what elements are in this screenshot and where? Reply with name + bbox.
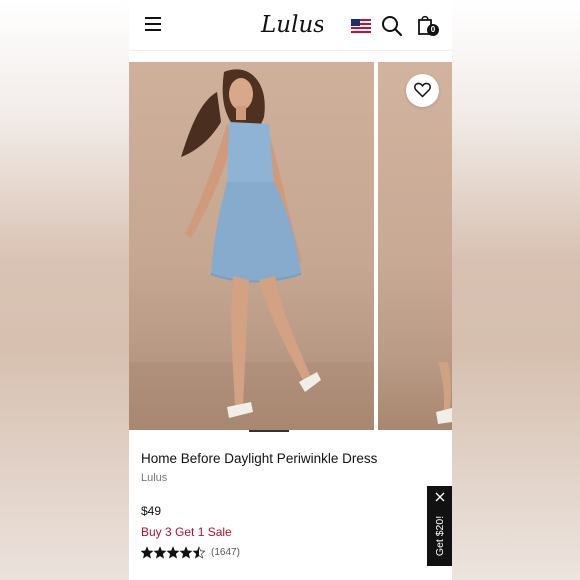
product-photo-main[interactable] xyxy=(129,62,374,430)
product-brand[interactable]: Lulus xyxy=(141,472,167,484)
svg-text:Lulus: Lulus xyxy=(260,12,323,38)
next-photo-illustration xyxy=(436,362,452,424)
get-20-promo-tab[interactable]: Get $20! xyxy=(427,486,452,566)
left-background-blur xyxy=(0,0,129,580)
rating-star-icon xyxy=(192,546,206,559)
heart-icon xyxy=(414,82,431,98)
rating-star-icon xyxy=(153,546,167,559)
lulus-logo[interactable]: Lulus xyxy=(259,8,323,38)
product-image-carousel[interactable] xyxy=(129,62,452,432)
rating-stars xyxy=(141,546,206,559)
product-price: $49 xyxy=(141,504,162,518)
menu-icon[interactable] xyxy=(145,17,161,31)
promo-text[interactable]: Buy 3 Get 1 Sale xyxy=(141,525,232,539)
rating-star-icon xyxy=(179,546,193,559)
product-title: Home Before Daylight Periwinkle Dress xyxy=(141,451,378,466)
rating-star-icon xyxy=(166,546,180,559)
us-flag-icon[interactable] xyxy=(351,19,371,33)
product-photo-next[interactable] xyxy=(378,62,452,430)
wishlist-button[interactable] xyxy=(406,74,439,107)
bag-count-badge: 0 xyxy=(427,24,439,36)
carousel-pager-indicator xyxy=(249,430,289,432)
header-bar: Lulus 0 xyxy=(129,0,452,51)
search-icon[interactable] xyxy=(381,15,403,37)
product-page: Lulus 0 Home Before Daylight Periwinkle … xyxy=(129,0,452,580)
rating-star-icon xyxy=(141,546,154,559)
model-photo-illustration xyxy=(129,69,374,430)
right-background-blur xyxy=(452,0,580,580)
get-20-label: Get $20! xyxy=(434,515,446,557)
review-count: (1647) xyxy=(211,547,240,558)
